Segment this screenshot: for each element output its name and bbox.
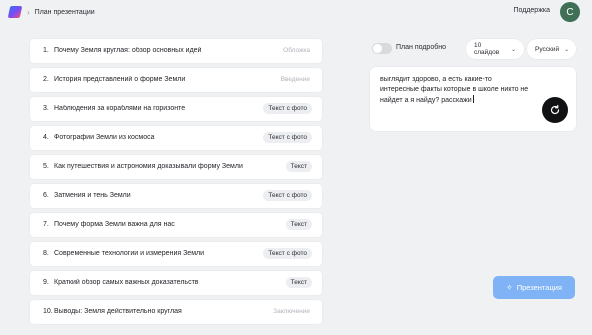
refresh-icon [550,104,560,115]
slide-outline-row[interactable]: 1. Почему Земля круглая: обзор основных и… [30,39,322,63]
slide-layout-tag[interactable]: Обложка [278,45,312,56]
slide-title[interactable]: Краткий обзор самых важных доказательств [54,279,286,286]
slide-outline-row[interactable]: 7. Почему форма Земли важна для нас Текст [30,213,322,237]
slide-title[interactable]: История представлений о форме Земли [54,76,276,83]
prompt-text: выглядит здорово, а есть какие-то интере… [380,76,529,104]
chevron-down-icon: ⌄ [510,46,516,53]
top-bar: › План презентации [0,0,592,24]
slide-layout-tag[interactable]: Текст [285,161,312,173]
slide-number: 2. [43,76,49,84]
slide-title[interactable]: Наблюдения за кораблями на горизонте [54,105,263,112]
slide-layout-tag[interactable]: Текст с фото [263,103,312,115]
toggle-knob [373,44,382,53]
text-caret [472,95,474,103]
slide-layout-tag[interactable]: Заключение [268,306,312,317]
slide-layout-tag[interactable]: Текст с фото [263,132,312,144]
slide-title[interactable]: Выводы: Земля действительно круглая [54,308,268,315]
language-select[interactable]: Русский ⌄ [527,39,576,59]
settings-bar: План подробно 10 слайдов ⌄ Русский ⌄ [372,39,576,59]
slide-number: 1. [43,47,49,55]
slide-number: 10. [43,308,53,316]
chevron-down-icon: ⌄ [564,46,570,53]
slide-number: 4. [43,134,49,142]
slide-title[interactable]: Почему форма Земли важна для нас [54,221,286,228]
breadcrumb: План презентации [34,8,95,16]
prompt-input[interactable]: выглядит здорово, а есть какие-то интере… [370,67,576,131]
regenerate-button[interactable] [542,97,568,123]
slide-outline-row[interactable]: 5. Как путешествия и астрономия доказывал… [30,155,322,179]
slide-outline-row[interactable]: 9. Краткий обзор самых важных доказательс… [30,271,322,295]
avatar[interactable]: С [560,2,580,22]
slide-outline-row[interactable]: 10. Выводы: Земля действительно круглая За… [30,300,322,324]
slide-number: 7. [43,221,49,229]
slide-number: 9. [43,279,49,287]
slide-outline-row[interactable]: 6. Затмения и тень Земли Текст с фото [30,184,322,208]
create-presentation-label: Презентация [516,283,562,292]
slides-count-select[interactable]: 10 слайдов ⌄ [466,39,524,59]
slide-outline-row[interactable]: 3. Наблюдения за кораблями на горизонте Те… [30,97,322,121]
slide-title[interactable]: Современные технологии и измерения Земли [54,250,263,257]
support-link[interactable]: Поддержка [513,7,550,14]
slide-title[interactable]: Фотографии Земли из космоса [54,134,263,141]
slide-layout-tag[interactable]: Текст [285,277,312,289]
slide-number: 5. [43,163,49,171]
detailed-plan-label: План подробно [396,44,446,51]
slide-number: 8. [43,250,49,258]
slide-title[interactable]: Затмения и тень Земли [54,192,263,199]
chevron-right-icon: › [27,7,30,17]
app-logo[interactable] [7,6,23,18]
slide-layout-tag[interactable]: Введение [276,74,312,85]
slide-title[interactable]: Почему Земля круглая: обзор основных иде… [54,47,278,54]
slide-outline-list: 1. Почему Земля круглая: обзор основных и… [30,39,322,329]
slide-outline-row[interactable]: 4. Фотографии Земли из космоса Текст с фот… [30,126,322,150]
slides-count-value: 10 слайдов [474,42,500,56]
slide-outline-row[interactable]: 8. Современные технологии и измерения Зем… [30,242,322,266]
detailed-plan-toggle[interactable] [372,43,392,54]
language-value: Русский [535,45,560,53]
slide-layout-tag[interactable]: Текст [285,219,312,231]
slide-number: 6. [43,192,49,200]
slide-outline-row[interactable]: 2. История представлений о форме Земли Вве… [30,68,322,92]
slide-layout-tag[interactable]: Текст с фото [263,248,312,260]
slide-title[interactable]: Как путешествия и астрономия доказывали … [54,163,286,170]
sparkle-icon: ✧ [505,283,513,292]
create-presentation-button[interactable]: ✧ Презентация [493,276,575,299]
slide-number: 3. [43,105,49,113]
slide-layout-tag[interactable]: Текст с фото [263,190,312,202]
